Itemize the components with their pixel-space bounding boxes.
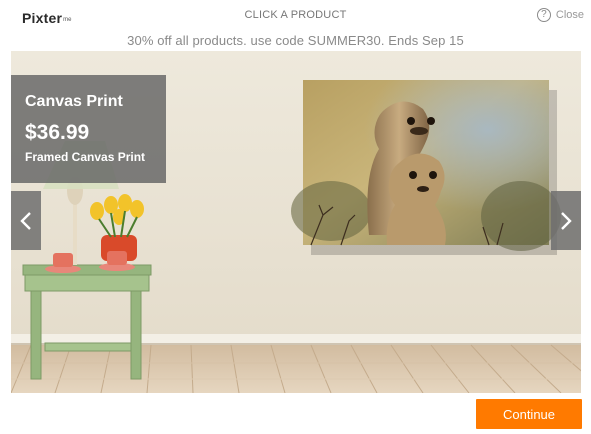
product-name: Canvas Print [25,93,123,110]
question-circle-icon: ? [536,8,551,22]
promo-banner: 30% off all products. use code SUMMER30.… [127,33,464,48]
page-title: CLICK A PRODUCT [244,9,347,21]
chevron-right-icon [561,211,572,230]
chevron-left-icon [20,211,31,230]
next-product-button[interactable] [551,191,581,250]
product-info-panel: Canvas Print $36.99 Framed Canvas Print [11,75,166,183]
top-bar: Pixter me CLICK A PRODUCT ? Close [0,0,591,32]
close-button[interactable]: ? Close [536,6,584,24]
close-label: Close [555,9,584,21]
product-price: $36.99 [25,121,90,144]
previous-product-button[interactable] [11,191,41,250]
product-subtitle: Framed Canvas Print [25,150,146,164]
continue-button[interactable]: Continue [476,399,582,429]
